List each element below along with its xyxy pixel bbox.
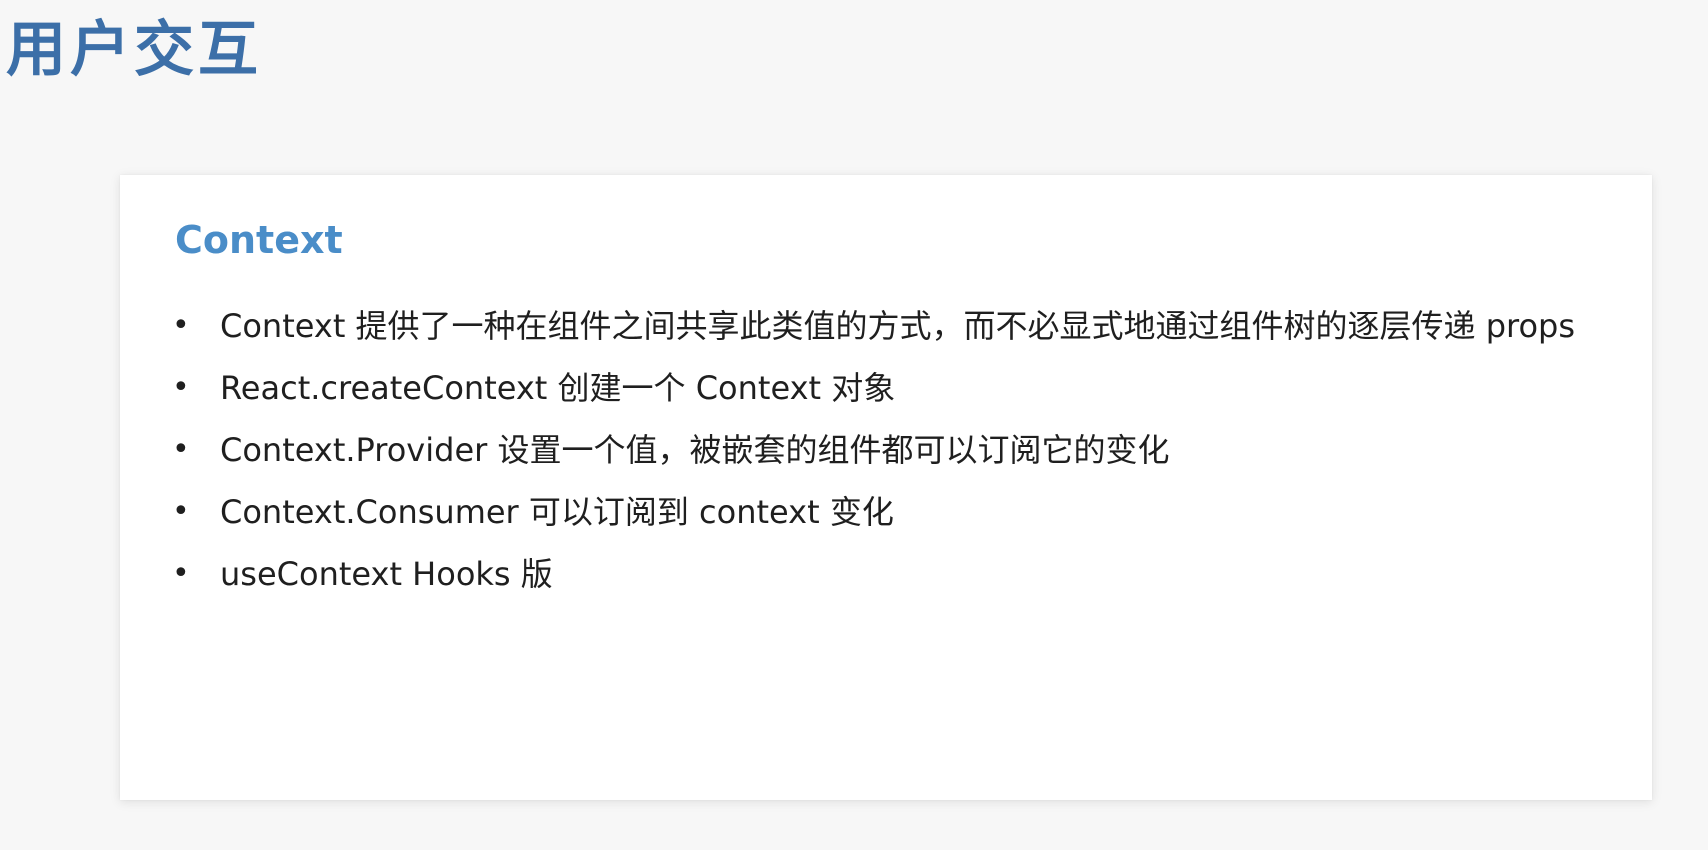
- bullet-text: Context 提供了一种在组件之间共享此类值的方式，而不必显式地通过组件树的逐…: [220, 307, 1576, 345]
- bullet-item-consumer: • Context.Consumer 可以订阅到 context 变化: [170, 481, 1590, 543]
- corner-text-fragment: [1508, 0, 1708, 12]
- content-card: Context • Context 提供了一种在组件之间共享此类值的方式，而不必…: [120, 175, 1652, 800]
- bullet-dot-icon: •: [172, 556, 190, 591]
- bullet-list: • Context 提供了一种在组件之间共享此类值的方式，而不必显式地通过组件树…: [170, 295, 1590, 605]
- bullet-item-context-intro: • Context 提供了一种在组件之间共享此类值的方式，而不必显式地通过组件树…: [170, 295, 1590, 357]
- bullet-text: Context.Consumer 可以订阅到 context 变化: [220, 493, 894, 531]
- bullet-dot-icon: •: [172, 494, 190, 529]
- bullet-item-use-context: • useContext Hooks 版: [170, 543, 1590, 605]
- bullet-text: React.createContext 创建一个 Context 对象: [220, 369, 896, 407]
- slide-title: 用户交互: [6, 15, 262, 85]
- bullet-dot-icon: •: [172, 370, 190, 405]
- bullet-dot-icon: •: [172, 432, 190, 467]
- bullet-item-provider: • Context.Provider 设置一个值，被嵌套的组件都可以订阅它的变化: [170, 419, 1590, 481]
- bullet-dot-icon: •: [172, 308, 190, 343]
- card-heading: Context: [175, 218, 343, 262]
- bullet-text: useContext Hooks 版: [220, 555, 553, 593]
- bullet-text: Context.Provider 设置一个值，被嵌套的组件都可以订阅它的变化: [220, 431, 1170, 469]
- bullet-item-create-context: • React.createContext 创建一个 Context 对象: [170, 357, 1590, 419]
